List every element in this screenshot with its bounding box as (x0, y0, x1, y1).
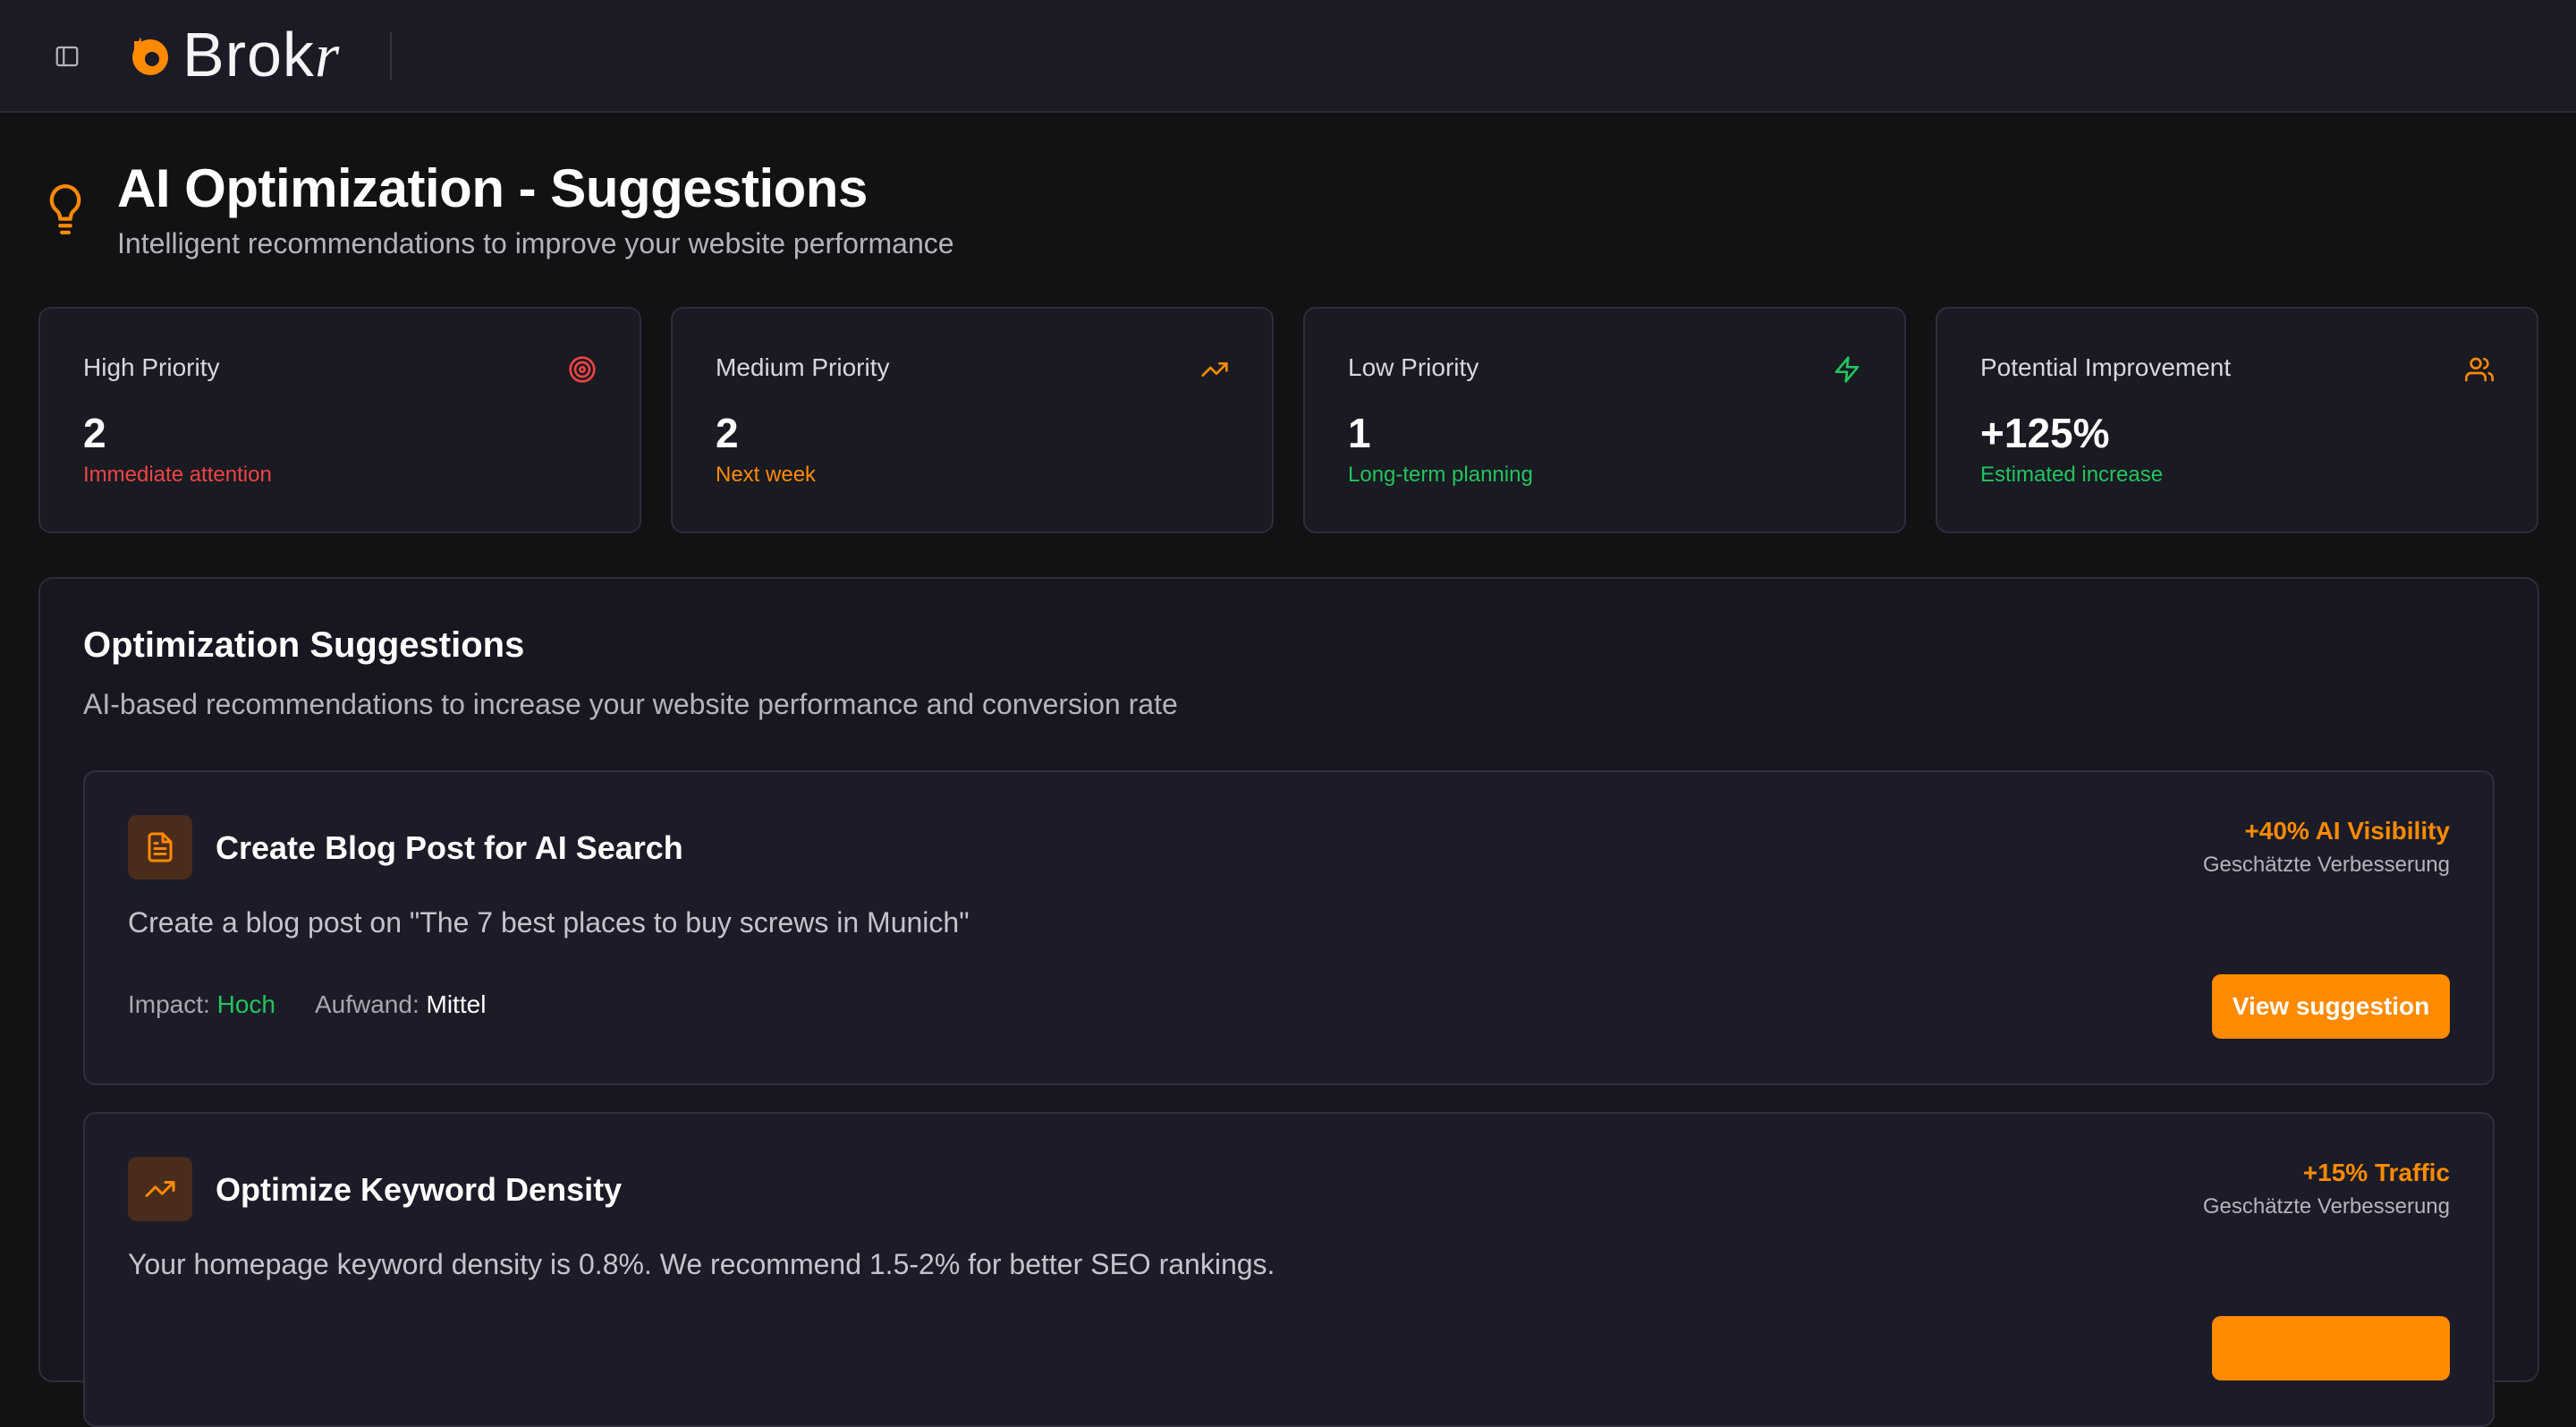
document-icon (148, 832, 173, 862)
stat-card-medium-priority: Medium Priority 2 Next week (671, 307, 1274, 533)
stats-row: High Priority 2 Immediate attention Medi… (38, 307, 2539, 533)
stat-label: Medium Priority (716, 353, 890, 381)
stat-value: 1 (1348, 410, 1371, 456)
stat-value: 2 (83, 410, 106, 456)
stat-value: 2 (716, 410, 739, 456)
suggestion-description: Your homepage keyword density is 0.8%. W… (128, 1248, 1275, 1280)
users-icon (2465, 357, 2494, 382)
stat-label: Potential Improvement (1980, 353, 2232, 381)
optimization-suggestions-panel: Optimization Suggestions AI-based recomm… (38, 577, 2539, 1427)
stat-label: Low Priority (1348, 353, 1479, 381)
stat-label: High Priority (83, 353, 220, 381)
panel-title: Optimization Suggestions (83, 625, 525, 665)
effort-value: Mittel (426, 990, 487, 1018)
panel-subtitle: AI-based recommendations to increase you… (83, 688, 1178, 720)
stat-value: +125% (1980, 410, 2110, 456)
page-subtitle: Intelligent recommendations to improve y… (117, 227, 954, 259)
effort-label: Aufwand: (314, 990, 419, 1018)
trending-up-icon (145, 1181, 175, 1197)
view-suggestion-button[interactable] (2212, 1316, 2450, 1380)
top-bar: Brokr (0, 0, 2576, 113)
sidebar-toggle-icon (55, 46, 79, 67)
page-header: AI Optimization - Suggestions Intelligen… (39, 152, 1292, 268)
page-title: AI Optimization - Suggestions (117, 158, 868, 218)
brand-name: Brokr (182, 20, 341, 90)
brand-logo-icon (131, 36, 168, 75)
zap-icon (1835, 356, 1860, 383)
impact-value: Hoch (216, 990, 275, 1018)
suggestion-metric-caption: Geschätzte Verbesserung (2202, 1194, 2450, 1219)
stat-caption: Immediate attention (83, 463, 272, 487)
suggestion-metric: +15% Traffic (2302, 1159, 2450, 1186)
suggestion-title: Optimize Keyword Density (216, 1171, 623, 1208)
trending-up-icon (1201, 362, 1228, 377)
stat-caption: Long-term planning (1348, 463, 1533, 487)
suggestion-metric: +40% AI Visibility (2244, 817, 2450, 845)
sidebar-toggle-button[interactable] (50, 39, 84, 73)
view-suggestion-button[interactable]: View suggestion (2212, 974, 2450, 1039)
suggestion-icon-badge (128, 1157, 192, 1221)
stat-card-potential-improvement: Potential Improvement +125% Estimated in… (1936, 307, 2538, 533)
stat-caption: Next week (716, 463, 817, 487)
stat-caption: Estimated increase (1980, 463, 2164, 487)
impact-label: Impact: (128, 990, 210, 1018)
target-icon (569, 356, 596, 383)
stat-card-high-priority: High Priority 2 Immediate attention (38, 307, 641, 533)
brand-logo[interactable]: Brokr (125, 20, 341, 90)
suggestion-title: Create Blog Post for AI Search (216, 829, 683, 866)
suggestion-metric-caption: Geschätzte Verbesserung (2202, 853, 2450, 877)
stat-card-low-priority: Low Priority 1 Long-term planning (1303, 307, 1906, 533)
suggestion-card: Create Blog Post for AI Search +40% AI V… (83, 770, 2495, 1085)
lightbulb-icon (49, 184, 81, 235)
suggestion-description: Create a blog post on "The 7 best places… (128, 906, 970, 939)
suggestion-icon-badge (128, 815, 192, 879)
topbar-divider (390, 32, 392, 81)
suggestion-meta: Impact: Hoch Aufwand: Mittel (128, 990, 486, 1019)
suggestion-card: Optimize Keyword Density +15% Traffic Ge… (83, 1112, 2495, 1427)
